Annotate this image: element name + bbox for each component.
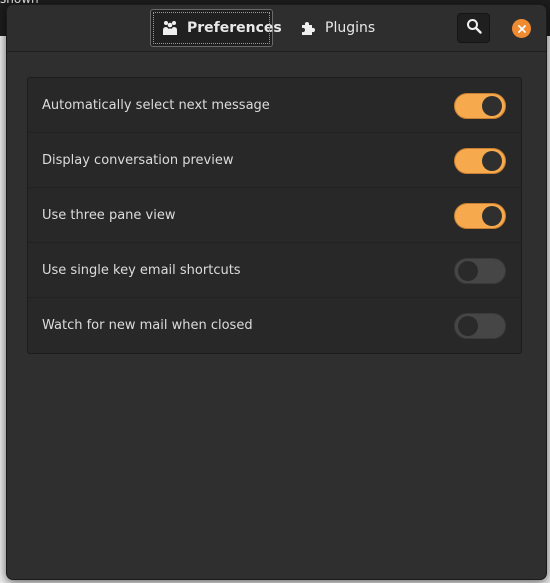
toggle-knob	[482, 151, 502, 171]
toggle-knob	[482, 96, 502, 116]
preferences-dialog: Preferences Plugins Automatically select…	[6, 4, 547, 580]
tab-plugins[interactable]: Plugins	[289, 9, 389, 47]
toggle-switch[interactable]	[454, 93, 506, 119]
setting-label: Watch for new mail when closed	[42, 318, 253, 333]
setting-row: Use three pane view	[28, 188, 521, 243]
search-icon	[466, 18, 482, 38]
toggle-knob	[458, 316, 478, 336]
close-icon	[517, 19, 527, 38]
tab-plugins-label: Plugins	[325, 20, 376, 36]
toggle-switch[interactable]	[454, 313, 506, 339]
setting-label: Use three pane view	[42, 207, 176, 223]
tab-preferences[interactable]: Preferences	[150, 9, 282, 47]
preferences-list: Automatically select next message Displa…	[27, 77, 522, 354]
toggle-knob	[482, 206, 502, 226]
toggle-switch[interactable]	[454, 148, 506, 174]
search-button[interactable]	[457, 13, 490, 43]
close-button[interactable]	[512, 19, 531, 38]
setting-row: Automatically select next message	[28, 78, 521, 133]
setting-row: Watch for new mail when closed	[28, 298, 521, 353]
setting-row: Display conversation preview	[28, 133, 521, 188]
puzzle-icon	[300, 20, 316, 36]
toggle-switch[interactable]	[454, 258, 506, 284]
tab-preferences-label: Preferences	[187, 20, 282, 36]
setting-label: Display conversation preview	[42, 152, 234, 168]
people-icon	[162, 20, 178, 36]
toggle-knob	[458, 261, 478, 281]
setting-label: Use single key email shortcuts	[42, 262, 241, 278]
header-bar: Preferences Plugins	[7, 5, 546, 52]
setting-label: Automatically select next message	[42, 97, 270, 113]
toggle-switch[interactable]	[454, 203, 506, 229]
setting-row: Use single key email shortcuts	[28, 243, 521, 298]
